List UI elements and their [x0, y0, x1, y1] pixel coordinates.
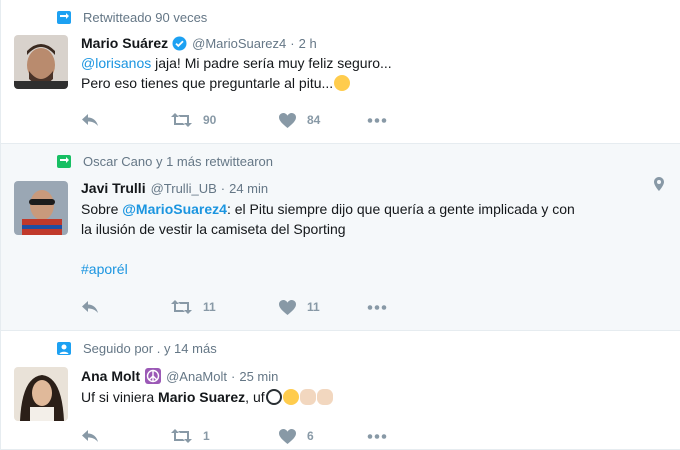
verified-badge-icon	[172, 36, 187, 51]
reply-button[interactable]	[81, 113, 171, 127]
avatar[interactable]	[14, 35, 68, 89]
retweet-icon	[171, 429, 192, 443]
like-count: 11	[307, 300, 320, 314]
heart-icon	[279, 299, 296, 315]
handle[interactable]: @MarioSuarez4	[192, 36, 286, 51]
retweet-button[interactable]: 1	[171, 429, 279, 443]
heart-icon	[279, 428, 296, 444]
retweet-icon	[171, 113, 192, 127]
retweet-button[interactable]: 90	[171, 113, 279, 127]
separator: ·	[231, 368, 236, 384]
ok-hand-emoji-icon	[299, 389, 316, 405]
retweet-button[interactable]: 11	[171, 300, 279, 314]
retweet-icon	[57, 154, 71, 168]
wink-emoji-icon	[334, 75, 351, 91]
mention-link[interactable]: @lorisanos	[81, 55, 151, 71]
context-text[interactable]: Oscar Cano y 1 más retwittearon	[83, 154, 273, 169]
separator: ·	[290, 35, 295, 51]
more-icon	[367, 433, 387, 439]
location-pin-icon[interactable]	[654, 177, 664, 191]
tweet-context: Seguido por . y 14 más	[57, 340, 217, 356]
tweet-text-line: Sobre	[81, 201, 123, 217]
more-icon	[367, 117, 387, 123]
tweet-header: Javi Trulli @Trulli_UB · 24 min	[81, 179, 268, 197]
tweet-header: Mario Suárez @MarioSuarez4 · 2 h	[81, 34, 317, 52]
heart-eyes-emoji-icon	[282, 389, 299, 405]
avatar[interactable]	[14, 181, 68, 235]
soccer-ball-emoji-icon	[265, 389, 282, 405]
timestamp[interactable]: 24 min	[229, 181, 268, 196]
tweet-text-line: Uf si viniera	[81, 389, 159, 405]
more-button[interactable]	[367, 117, 387, 123]
tweet-text-line: : el Pitu siempre dijo que quería a gent…	[226, 201, 575, 217]
more-icon	[367, 304, 387, 310]
tweet-text: Sobre @MarioSuarez4: el Pitu siempre dij…	[81, 199, 666, 279]
timestamp[interactable]: 2 h	[299, 36, 317, 51]
tweet-text-bold: Mario Suarez	[158, 389, 246, 405]
tweet-text-line: , uf	[245, 389, 265, 405]
tweet-actions: 90 84	[81, 112, 387, 128]
reply-icon	[82, 301, 98, 313]
fullname[interactable]: Ana Molt	[81, 368, 140, 384]
tweet-text: Uf si viniera Mario Suarez, uf	[81, 387, 666, 407]
retweet-icon	[171, 300, 192, 314]
tweet[interactable]: Seguido por . y 14 más Ana Molt @AnaMolt…	[1, 331, 680, 450]
reply-button[interactable]	[81, 300, 171, 314]
retweet-count: 90	[203, 113, 217, 127]
reply-icon	[82, 114, 98, 126]
like-button[interactable]: 11	[279, 299, 367, 315]
tweet-text-line: la ilusión de vestir la camiseta del Spo…	[81, 221, 346, 237]
retweet-icon	[57, 10, 71, 24]
fullname[interactable]: Javi Trulli	[81, 180, 146, 196]
tweet-actions: 1 6	[81, 428, 387, 444]
tweet-actions: 11 11	[81, 299, 387, 315]
tweet-text-line: jaja! Mi padre sería muy feliz seguro...	[151, 55, 392, 71]
retweet-count: 11	[203, 300, 216, 314]
context-text[interactable]: Seguido por . y 14 más	[83, 341, 217, 356]
timestamp[interactable]: 25 min	[239, 369, 278, 384]
tweet-text-line: Pero eso tienes que preguntarle al pitu.…	[81, 75, 334, 91]
tweet[interactable]: Oscar Cano y 1 más retwittearon Javi Tru…	[1, 144, 680, 331]
tweet[interactable]: Retwitteado 90 veces Mario Suárez @Mario…	[1, 0, 680, 144]
like-count: 84	[307, 113, 321, 127]
heart-icon	[279, 112, 296, 128]
reply-icon	[82, 430, 98, 442]
more-button[interactable]	[367, 433, 387, 439]
tweet-header: Ana Molt @AnaMolt · 25 min	[81, 367, 278, 385]
like-count: 6	[307, 429, 314, 443]
separator: ·	[220, 180, 226, 196]
reply-button[interactable]	[81, 429, 171, 443]
handle[interactable]: @AnaMolt	[166, 369, 227, 384]
context-text[interactable]: Retwitteado 90 veces	[83, 10, 207, 25]
fullname[interactable]: Mario Suárez	[81, 35, 168, 51]
handle[interactable]: @Trulli_UB	[151, 181, 217, 196]
hashtag-link[interactable]: #aporél	[81, 261, 128, 277]
retweet-count: 1	[203, 429, 210, 443]
like-button[interactable]: 84	[279, 112, 367, 128]
tweet-text: @lorisanos jaja! Mi padre sería muy feli…	[81, 53, 666, 93]
peace-emoji-icon	[145, 368, 162, 384]
more-button[interactable]	[367, 304, 387, 310]
tweet-context: Oscar Cano y 1 más retwittearon	[57, 153, 273, 169]
ok-hand-emoji-icon	[316, 389, 333, 405]
avatar[interactable]	[14, 367, 68, 421]
timeline: Retwitteado 90 veces Mario Suárez @Mario…	[0, 0, 680, 450]
like-button[interactable]: 6	[279, 428, 367, 444]
mention-link[interactable]: @MarioSuarez4	[122, 201, 227, 217]
person-icon	[57, 341, 71, 355]
tweet-context: Retwitteado 90 veces	[57, 9, 207, 25]
